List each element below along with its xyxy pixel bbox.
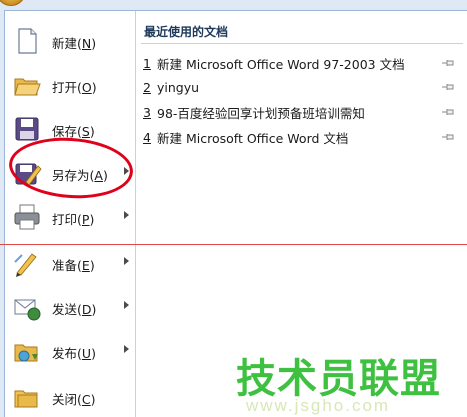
save-disk-icon (15, 117, 39, 141)
divider (141, 43, 463, 44)
recent-item-number: 4 (143, 129, 151, 145)
watermark-url: www.jsgho.com (246, 396, 391, 415)
new-key: N (81, 36, 92, 51)
print-command[interactable]: 打印(P) (5, 197, 136, 237)
prepare-command[interactable]: 准备(E) (5, 243, 136, 283)
prepare-key: E (81, 258, 90, 273)
print-label: 打印 (52, 212, 78, 227)
send-label: 发送 (52, 302, 78, 317)
new-label: 新建 (52, 36, 78, 51)
close-key: C (81, 392, 91, 407)
print-key: P (81, 212, 90, 227)
recent-item[interactable]: 1 新建 Microsoft Office Word 97-2003 文档 (143, 53, 467, 73)
annotation-line (0, 244, 467, 245)
send-icon (14, 299, 41, 321)
office-button[interactable] (0, 0, 26, 6)
submenu-arrow-icon (124, 345, 129, 353)
submenu-arrow-icon (124, 211, 129, 219)
publish-label: 发布 (52, 346, 78, 361)
open-command[interactable]: 打开(O) (5, 65, 136, 105)
printer-icon (14, 204, 40, 230)
recent-item[interactable]: 3 98-百度经验回享计划预备班培训需知 (143, 102, 467, 122)
recent-title: 最近使用的文档 (144, 25, 229, 39)
pin-icon[interactable] (441, 82, 455, 92)
submenu-arrow-icon (124, 257, 129, 265)
send-command[interactable]: 发送(D) (5, 287, 136, 327)
prepare-label: 准备 (52, 258, 78, 273)
open-label: 打开 (52, 80, 78, 95)
close-command[interactable]: 关闭(C) (5, 377, 136, 417)
recent-item-number: 3 (143, 104, 151, 120)
publish-command[interactable]: 发布(U) (5, 331, 136, 371)
new-command[interactable]: 新建(N) (5, 21, 136, 61)
recent-item-name: 新建 Microsoft Office Word 97-2003 文档 (157, 56, 405, 72)
close-folder-icon (14, 390, 38, 408)
pin-icon[interactable] (441, 58, 455, 68)
command-list: 新建(N) 打开(O) 保存(S) 另存为(A) 打印(P) 准备(E) 发送(… (5, 11, 136, 417)
pin-icon[interactable] (441, 132, 455, 142)
submenu-arrow-icon (124, 301, 129, 309)
recent-item-number: 2 (143, 79, 151, 95)
recent-item-name: 98-百度经验回享计划预备班培训需知 (157, 105, 365, 121)
recent-item[interactable]: 2 yingyu (143, 77, 467, 97)
recent-item-number: 1 (143, 55, 151, 71)
open-folder-icon (14, 78, 41, 96)
recent-item[interactable]: 4 新建 Microsoft Office Word 文档 (143, 127, 467, 147)
recent-item-name: 新建 Microsoft Office Word 文档 (157, 130, 349, 146)
close-label: 关闭 (52, 392, 78, 407)
new-document-icon (18, 28, 37, 54)
publish-icon (14, 344, 38, 362)
publish-key: U (81, 346, 92, 361)
prepare-pen-icon (14, 253, 37, 277)
save-key: S (81, 124, 90, 139)
recent-item-name: yingyu (157, 79, 200, 95)
send-key: D (81, 302, 92, 317)
pin-icon[interactable] (441, 107, 455, 117)
open-key: O (81, 80, 92, 95)
